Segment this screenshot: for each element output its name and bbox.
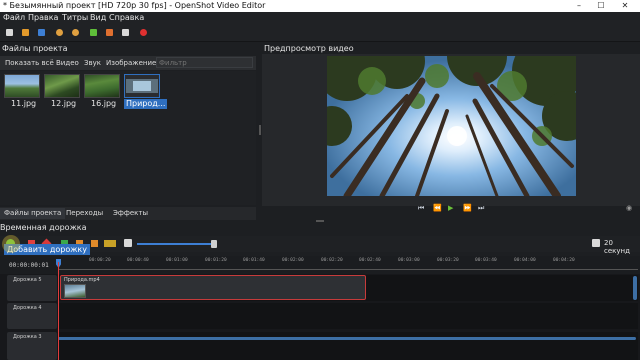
video-preview-title: Предпросмотр видео: [264, 44, 354, 53]
minimize-button[interactable]: –: [572, 0, 586, 12]
film-strip-icon: [126, 76, 158, 96]
maximize-button[interactable]: ☐: [594, 0, 608, 12]
filter-input[interactable]: [156, 57, 253, 68]
filter-video[interactable]: Видео: [56, 58, 79, 68]
file-label-12: 12.jpg: [51, 99, 77, 108]
zoom-scale-label: 20 секунд: [604, 239, 630, 255]
tab-project-files[interactable]: Файлы проекта: [0, 208, 66, 219]
new-project-icon[interactable]: [6, 29, 13, 36]
horizontal-scrollbar[interactable]: [58, 337, 636, 340]
menu-view[interactable]: Вид: [90, 12, 106, 24]
project-files-title: Файлы проекта: [2, 44, 68, 53]
track-4-lane[interactable]: [58, 303, 638, 329]
zoom-in-icon[interactable]: [592, 239, 600, 247]
ruler-tick: 00:04:00: [514, 258, 536, 263]
tab-effects[interactable]: Эффекты: [109, 208, 152, 219]
timeline-title: Временная дорожка: [0, 223, 87, 232]
menu-help[interactable]: Справка: [109, 12, 144, 24]
track-5-header[interactable]: Дорожка 5: [7, 275, 57, 301]
panel-splitter[interactable]: [259, 125, 261, 135]
forest-video-frame: [327, 56, 576, 196]
file-label-11: 11.jpg: [11, 99, 37, 108]
window-titlebar: * Безымянный проект [HD 720p 30 fps] - O…: [0, 0, 640, 12]
file-label-video: Природ...: [124, 99, 168, 109]
main-toolbar: [0, 24, 640, 42]
import-files-icon[interactable]: [90, 29, 97, 36]
file-thumbnail-video[interactable]: [124, 74, 160, 98]
ruler-tick: 00:02:00: [282, 258, 304, 263]
cursor-highlight: [2, 235, 20, 253]
ruler-tick: 00:02:20: [321, 258, 343, 263]
dock-splitter[interactable]: [316, 220, 324, 222]
choose-profile-icon[interactable]: [106, 29, 113, 36]
filter-show-all[interactable]: Показать всё: [5, 58, 54, 68]
menu-edit[interactable]: Правка: [28, 12, 58, 24]
open-project-icon[interactable]: [22, 29, 29, 36]
video-preview-frame: [327, 56, 576, 196]
ruler-tick: 00:04:20: [553, 258, 575, 263]
export-video-icon[interactable]: [140, 29, 147, 36]
window-title: * Безымянный проект [HD 720p 30 fps] - O…: [3, 1, 266, 10]
file-label-16: 16.jpg: [91, 99, 117, 108]
zoom-slider-handle[interactable]: [211, 240, 217, 248]
fullscreen-icon[interactable]: [122, 29, 129, 36]
fast-forward-icon[interactable]: ⏩: [463, 204, 472, 212]
zoom-slider-track[interactable]: [137, 243, 214, 245]
ruler-tick: 00:03:00: [398, 258, 420, 263]
ruler-tick: 00:03:40: [475, 258, 497, 263]
save-project-icon[interactable]: [38, 29, 45, 36]
menu-file[interactable]: Файл: [3, 12, 25, 24]
current-time: 00:00:00:01: [9, 262, 49, 269]
timeline-ruler[interactable]: 00:00:00:01 00:00:20 00:00:40 00:01:00 0…: [0, 256, 640, 274]
ruler-tick: 00:03:20: [437, 258, 459, 263]
ruler-tick: 00:02:40: [359, 258, 381, 263]
jump-end-icon[interactable]: ⏭: [478, 204, 484, 212]
menu-titles[interactable]: Титры: [62, 12, 88, 24]
redo-icon[interactable]: [72, 29, 79, 36]
jump-start-icon[interactable]: ⏮: [418, 204, 424, 212]
tab-transitions[interactable]: Переходы: [62, 208, 107, 219]
undo-icon[interactable]: [56, 29, 63, 36]
track-4-header[interactable]: Дорожка 4: [7, 303, 57, 329]
clip-label: Природа.mp4: [64, 277, 100, 283]
ruler-tick: 00:00:40: [127, 258, 149, 263]
ruler-tick: 00:01:20: [205, 258, 227, 263]
next-marker-icon[interactable]: [91, 240, 98, 247]
ruler-tick: 00:01:00: [166, 258, 188, 263]
timeline-clip[interactable]: Природа.mp4: [60, 275, 366, 300]
filter-image[interactable]: Изображение: [106, 58, 156, 68]
camera-icon[interactable]: ◉: [626, 204, 632, 212]
play-icon[interactable]: ▶: [448, 204, 453, 212]
track-3-header[interactable]: Дорожка 3: [7, 332, 57, 360]
project-files-list: 11.jpg 12.jpg 16.jpg Природ...: [0, 71, 256, 205]
timeline-toolbar: 20 секунд: [0, 236, 640, 255]
filter-audio[interactable]: Звук: [84, 58, 101, 68]
rewind-icon[interactable]: ⏪: [433, 204, 442, 212]
ruler-tick: 00:01:40: [243, 258, 265, 263]
menu-bar: Файл Правка Титры Вид Справка: [0, 12, 640, 24]
file-thumbnail-12[interactable]: [44, 74, 80, 98]
panel-tabs: Файлы проекта Переходы Эффекты: [0, 207, 256, 220]
playhead-line[interactable]: [58, 262, 59, 360]
center-timeline-icon[interactable]: [104, 240, 116, 247]
zoom-out-icon[interactable]: [124, 239, 132, 247]
ruler-tick: 00:00:20: [89, 258, 111, 263]
file-thumbnail-11[interactable]: [4, 74, 40, 98]
vertical-scrollbar[interactable]: [633, 276, 637, 300]
ruler-baseline: [58, 269, 638, 270]
close-button[interactable]: ✕: [618, 0, 632, 12]
clip-thumbnail: [64, 284, 86, 298]
file-thumbnail-16[interactable]: [84, 74, 120, 98]
